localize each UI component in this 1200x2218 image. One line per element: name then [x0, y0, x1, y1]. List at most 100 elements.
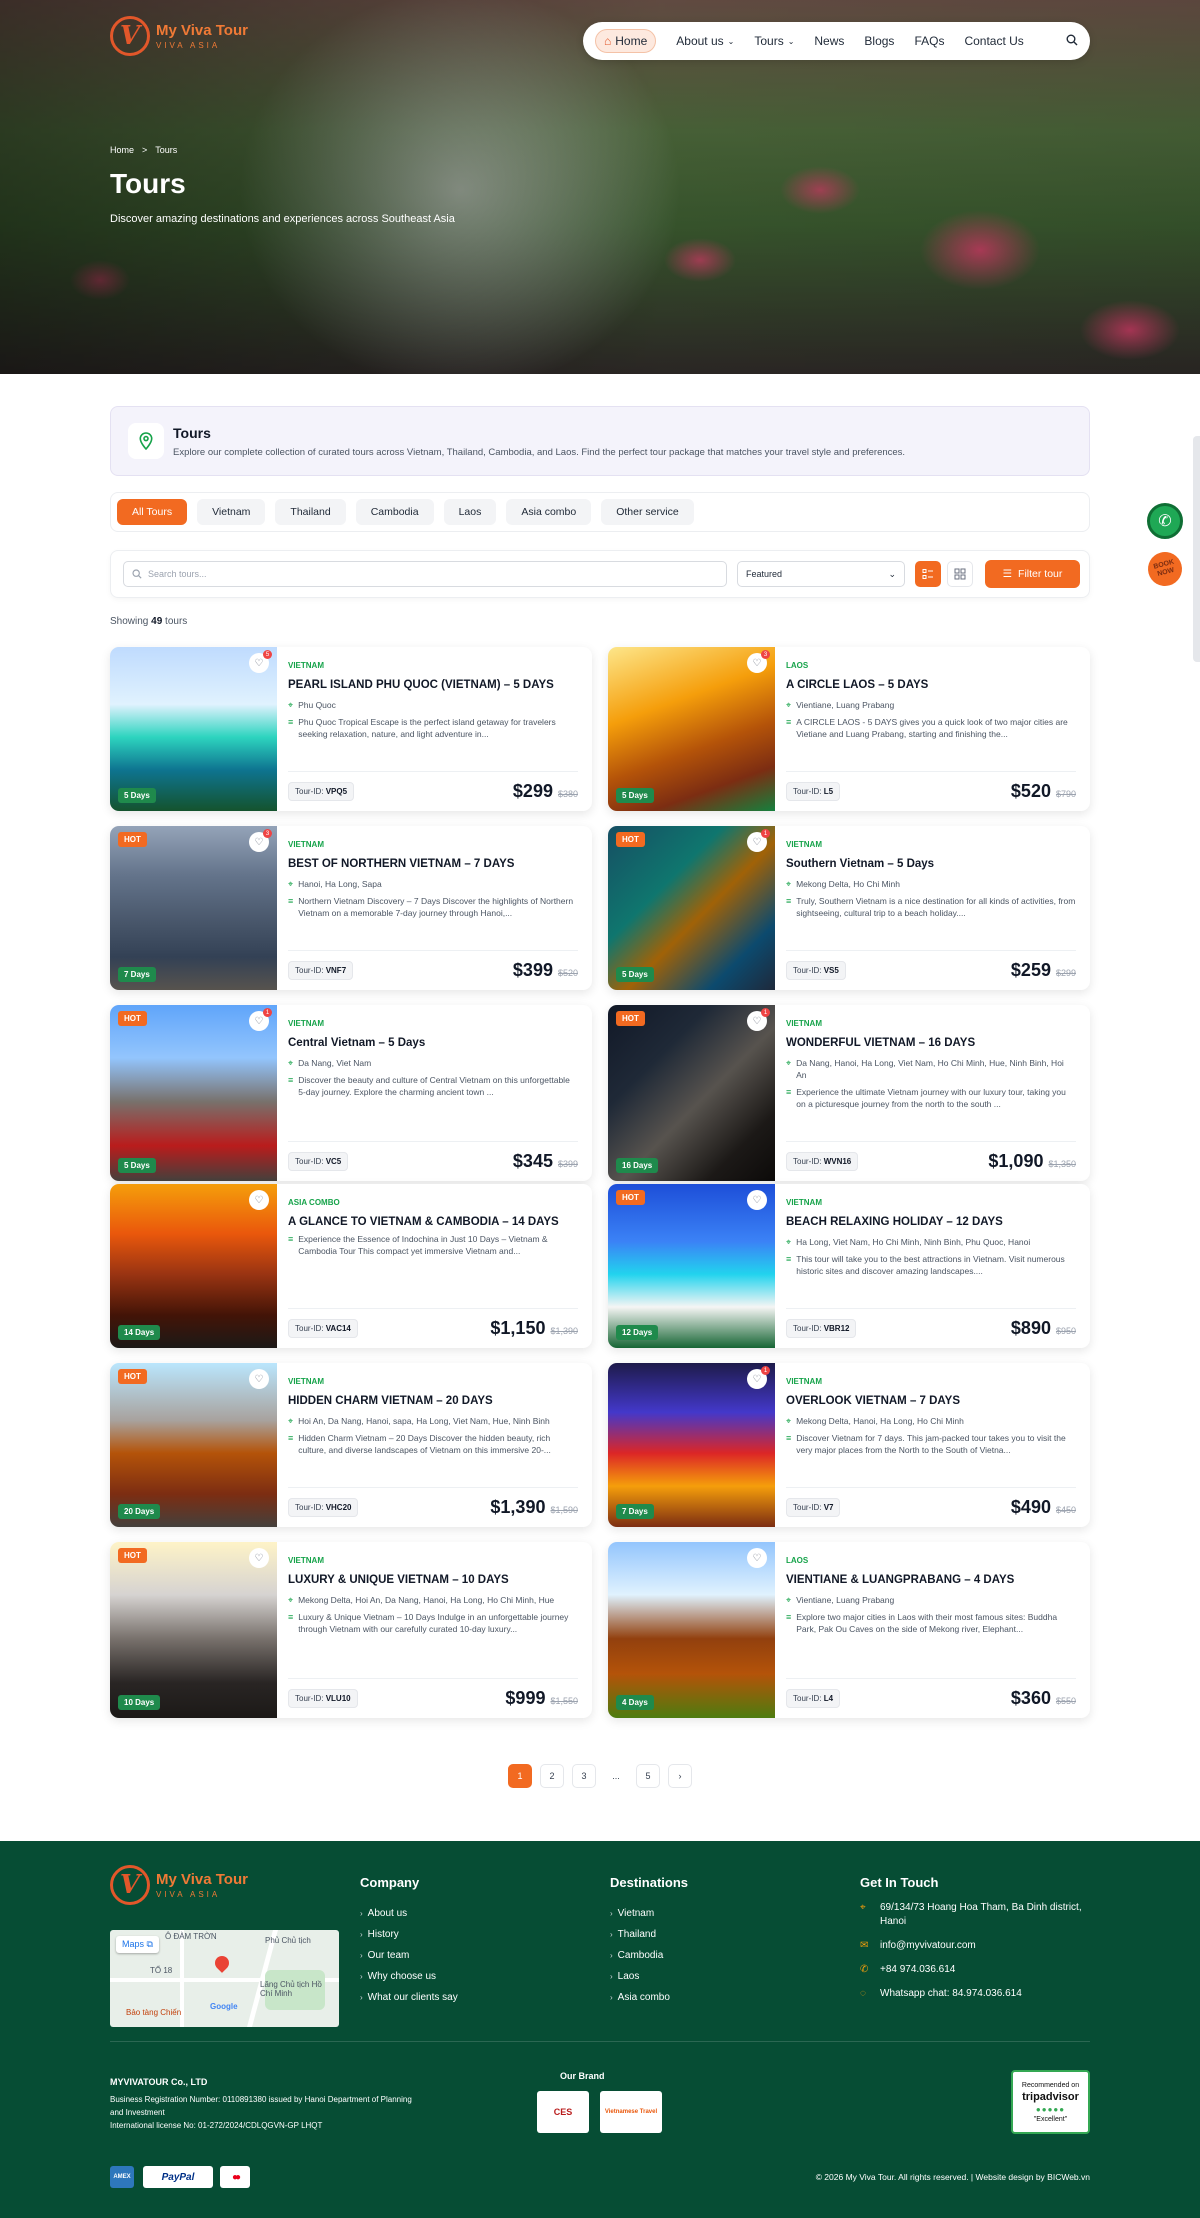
list-view-button[interactable]: [915, 561, 941, 587]
tour-card[interactable]: HOT ♡ 1 5 Days VIETNAM Central Vietnam – …: [110, 1005, 592, 1181]
contact-phone[interactable]: +84 974.036.614: [880, 1963, 955, 1977]
footer-link[interactable]: › Cambodia: [610, 1945, 670, 1966]
heart-icon[interactable]: ♡: [249, 1369, 269, 1389]
tour-image[interactable]: [110, 647, 277, 811]
brand-logo-ces[interactable]: CES: [537, 2091, 589, 2133]
sort-select[interactable]: Featured ⌄: [737, 561, 905, 587]
tour-card[interactable]: HOT ♡ 3 7 Days VIETNAM BEST OF NORTHERN V…: [110, 826, 592, 990]
tour-image[interactable]: [110, 1542, 277, 1718]
tour-card[interactable]: ♡ 3 5 Days LAOS A CIRCLE LAOS – 5 DAYS ⌖ V…: [608, 647, 1090, 811]
tour-title[interactable]: VIENTIANE & LUANGPRABANG – 4 DAYS: [786, 1574, 1076, 1586]
tab-all-tours[interactable]: All Tours: [117, 499, 188, 525]
heart-icon[interactable]: ♡ 1: [747, 829, 770, 852]
footer-link[interactable]: › History: [360, 1924, 458, 1945]
contact-whatsapp[interactable]: Whatsapp chat: 84.974.036.614: [880, 1987, 1022, 2001]
tour-title[interactable]: HIDDEN CHARM VIETNAM – 20 DAYS: [288, 1395, 578, 1407]
footer-link[interactable]: › About us: [360, 1903, 458, 1924]
map-open-button[interactable]: Maps ⧉: [116, 1936, 159, 1953]
nav-faqs[interactable]: FAQs: [914, 34, 944, 48]
tripadvisor-badge[interactable]: Recommended on tripadvisor ●●●●● "Excell…: [1011, 2070, 1090, 2134]
filter-tour-button[interactable]: ☰ Filter tour: [985, 560, 1080, 588]
tab-thailand[interactable]: Thailand: [275, 499, 346, 525]
nav-home[interactable]: ⌂ Home: [595, 29, 657, 53]
tour-image[interactable]: [110, 1184, 277, 1348]
search-input[interactable]: Search tours...: [123, 561, 727, 587]
tour-card[interactable]: ♡ 1 7 Days VIETNAM OVERLOOK VIETNAM – 7 D…: [608, 1363, 1090, 1527]
tour-image[interactable]: [608, 1363, 775, 1527]
side-panel-handle[interactable]: [1193, 436, 1200, 662]
tour-card[interactable]: HOT ♡ 1 5 Days VIETNAM Southern Vietnam –…: [608, 826, 1090, 990]
footer-link[interactable]: › What our clients say: [360, 1987, 458, 2008]
tour-card[interactable]: HOT ♡ 10 Days VIETNAM LUXURY & UNIQUE VI…: [110, 1542, 592, 1718]
heart-icon[interactable]: ♡ 3: [747, 650, 770, 673]
tour-card[interactable]: ♡ 14 Days ASIA COMBO A GLANCE TO VIETNAM…: [110, 1184, 592, 1348]
tour-card[interactable]: ♡ 4 Days LAOS VIENTIANE & LUANGPRABANG –…: [608, 1542, 1090, 1718]
tour-title[interactable]: LUXURY & UNIQUE VIETNAM – 10 DAYS: [288, 1574, 578, 1586]
heart-icon[interactable]: ♡: [249, 1190, 269, 1210]
book-now-button[interactable]: BOOK NOW: [1144, 548, 1186, 590]
tour-title[interactable]: BEACH RELAXING HOLIDAY – 12 DAYS: [786, 1216, 1076, 1228]
price-current: $259: [1010, 960, 1051, 980]
tour-card[interactable]: HOT ♡ 1 16 Days VIETNAM WONDERFUL VIETNAM…: [608, 1005, 1090, 1181]
tour-title[interactable]: PEARL ISLAND PHU QUOC (VIETNAM) – 5 DAYS: [288, 679, 578, 691]
heart-icon[interactable]: ♡: [747, 1548, 767, 1568]
tour-title[interactable]: A CIRCLE LAOS – 5 DAYS: [786, 679, 1076, 691]
tour-image[interactable]: [608, 826, 775, 990]
tour-title[interactable]: Southern Vietnam – 5 Days: [786, 858, 1076, 870]
footer-map[interactable]: Maps ⧉ Ô ĐÀM TRỜN TỔ 18 Phủ Chủ tịch Lăn…: [110, 1930, 339, 2027]
tour-image[interactable]: [110, 826, 277, 990]
page-3[interactable]: 3: [572, 1764, 596, 1788]
tour-title[interactable]: BEST OF NORTHERN VIETNAM – 7 DAYS: [288, 858, 578, 870]
tour-image[interactable]: [608, 1542, 775, 1718]
tab-vietnam[interactable]: Vietnam: [197, 499, 266, 525]
nav-about[interactable]: About us ⌄: [676, 34, 734, 48]
nav-tours[interactable]: Tours ⌄: [754, 34, 794, 48]
footer-link[interactable]: › Laos: [610, 1966, 670, 1987]
search-icon[interactable]: [1066, 33, 1078, 49]
whatsapp-button[interactable]: ✆: [1147, 503, 1183, 539]
tour-title[interactable]: WONDERFUL VIETNAM – 16 DAYS: [786, 1037, 1076, 1049]
footer-link[interactable]: › Our team: [360, 1945, 458, 1966]
heart-icon[interactable]: ♡ 3: [249, 829, 272, 852]
heart-icon[interactable]: ♡ 1: [747, 1366, 770, 1389]
tour-card[interactable]: HOT ♡ 12 Days VIETNAM BEACH RELAXING HOL…: [608, 1184, 1090, 1348]
contact-email[interactable]: info@myvivatour.com: [880, 1939, 976, 1953]
brand-logo-vietnamese-travel[interactable]: Vietnamese Travel: [600, 2091, 662, 2133]
footer-link[interactable]: › Why choose us: [360, 1966, 458, 1987]
tab-asia-combo[interactable]: Asia combo: [506, 499, 592, 525]
heart-icon[interactable]: ♡: [249, 1548, 269, 1568]
nav-blogs[interactable]: Blogs: [864, 34, 894, 48]
tab-other-service[interactable]: Other service: [601, 499, 694, 525]
page-5[interactable]: 5: [636, 1764, 660, 1788]
filter-tour-label: Filter tour: [1018, 568, 1063, 580]
next-page-button[interactable]: ›: [668, 1764, 692, 1788]
heart-icon[interactable]: ♡ 5: [249, 650, 272, 673]
tour-card[interactable]: ♡ 5 5 Days VIETNAM PEARL ISLAND PHU QUOC …: [110, 647, 592, 811]
footer-link[interactable]: › Thailand: [610, 1924, 670, 1945]
tour-image[interactable]: [110, 1005, 277, 1181]
tab-cambodia[interactable]: Cambodia: [355, 499, 434, 525]
tour-image[interactable]: [608, 1005, 775, 1181]
heart-icon[interactable]: ♡: [747, 1190, 767, 1210]
grid-view-button[interactable]: [947, 561, 973, 587]
footer-link[interactable]: › Vietnam: [610, 1903, 670, 1924]
footer-link[interactable]: › Asia combo: [610, 1987, 670, 2008]
nav-news[interactable]: News: [814, 34, 844, 48]
tour-id-badge: Tour-ID: VC5: [288, 1152, 349, 1171]
tour-image[interactable]: [608, 647, 775, 811]
heart-icon[interactable]: ♡ 1: [747, 1008, 770, 1031]
nav-contact[interactable]: Contact Us: [964, 34, 1023, 48]
tour-image[interactable]: [608, 1184, 775, 1348]
heart-icon[interactable]: ♡ 1: [249, 1008, 272, 1031]
tour-title[interactable]: Central Vietnam – 5 Days: [288, 1037, 578, 1049]
footer-logo[interactable]: V My Viva Tour VIVA ASIA: [110, 1865, 248, 1905]
tour-title[interactable]: OVERLOOK VIETNAM – 7 DAYS: [786, 1395, 1076, 1407]
tour-image[interactable]: [110, 1363, 277, 1527]
page-2[interactable]: 2: [540, 1764, 564, 1788]
header-logo[interactable]: V My Viva Tour VIVA ASIA: [110, 16, 248, 56]
page-1[interactable]: 1: [508, 1764, 532, 1788]
breadcrumb-home[interactable]: Home: [110, 145, 134, 155]
tour-card[interactable]: HOT ♡ 20 Days VIETNAM HIDDEN CHARM VIETN…: [110, 1363, 592, 1527]
tour-title[interactable]: A GLANCE TO VIETNAM & CAMBODIA – 14 DAYS: [288, 1216, 578, 1228]
tab-laos[interactable]: Laos: [443, 499, 497, 525]
